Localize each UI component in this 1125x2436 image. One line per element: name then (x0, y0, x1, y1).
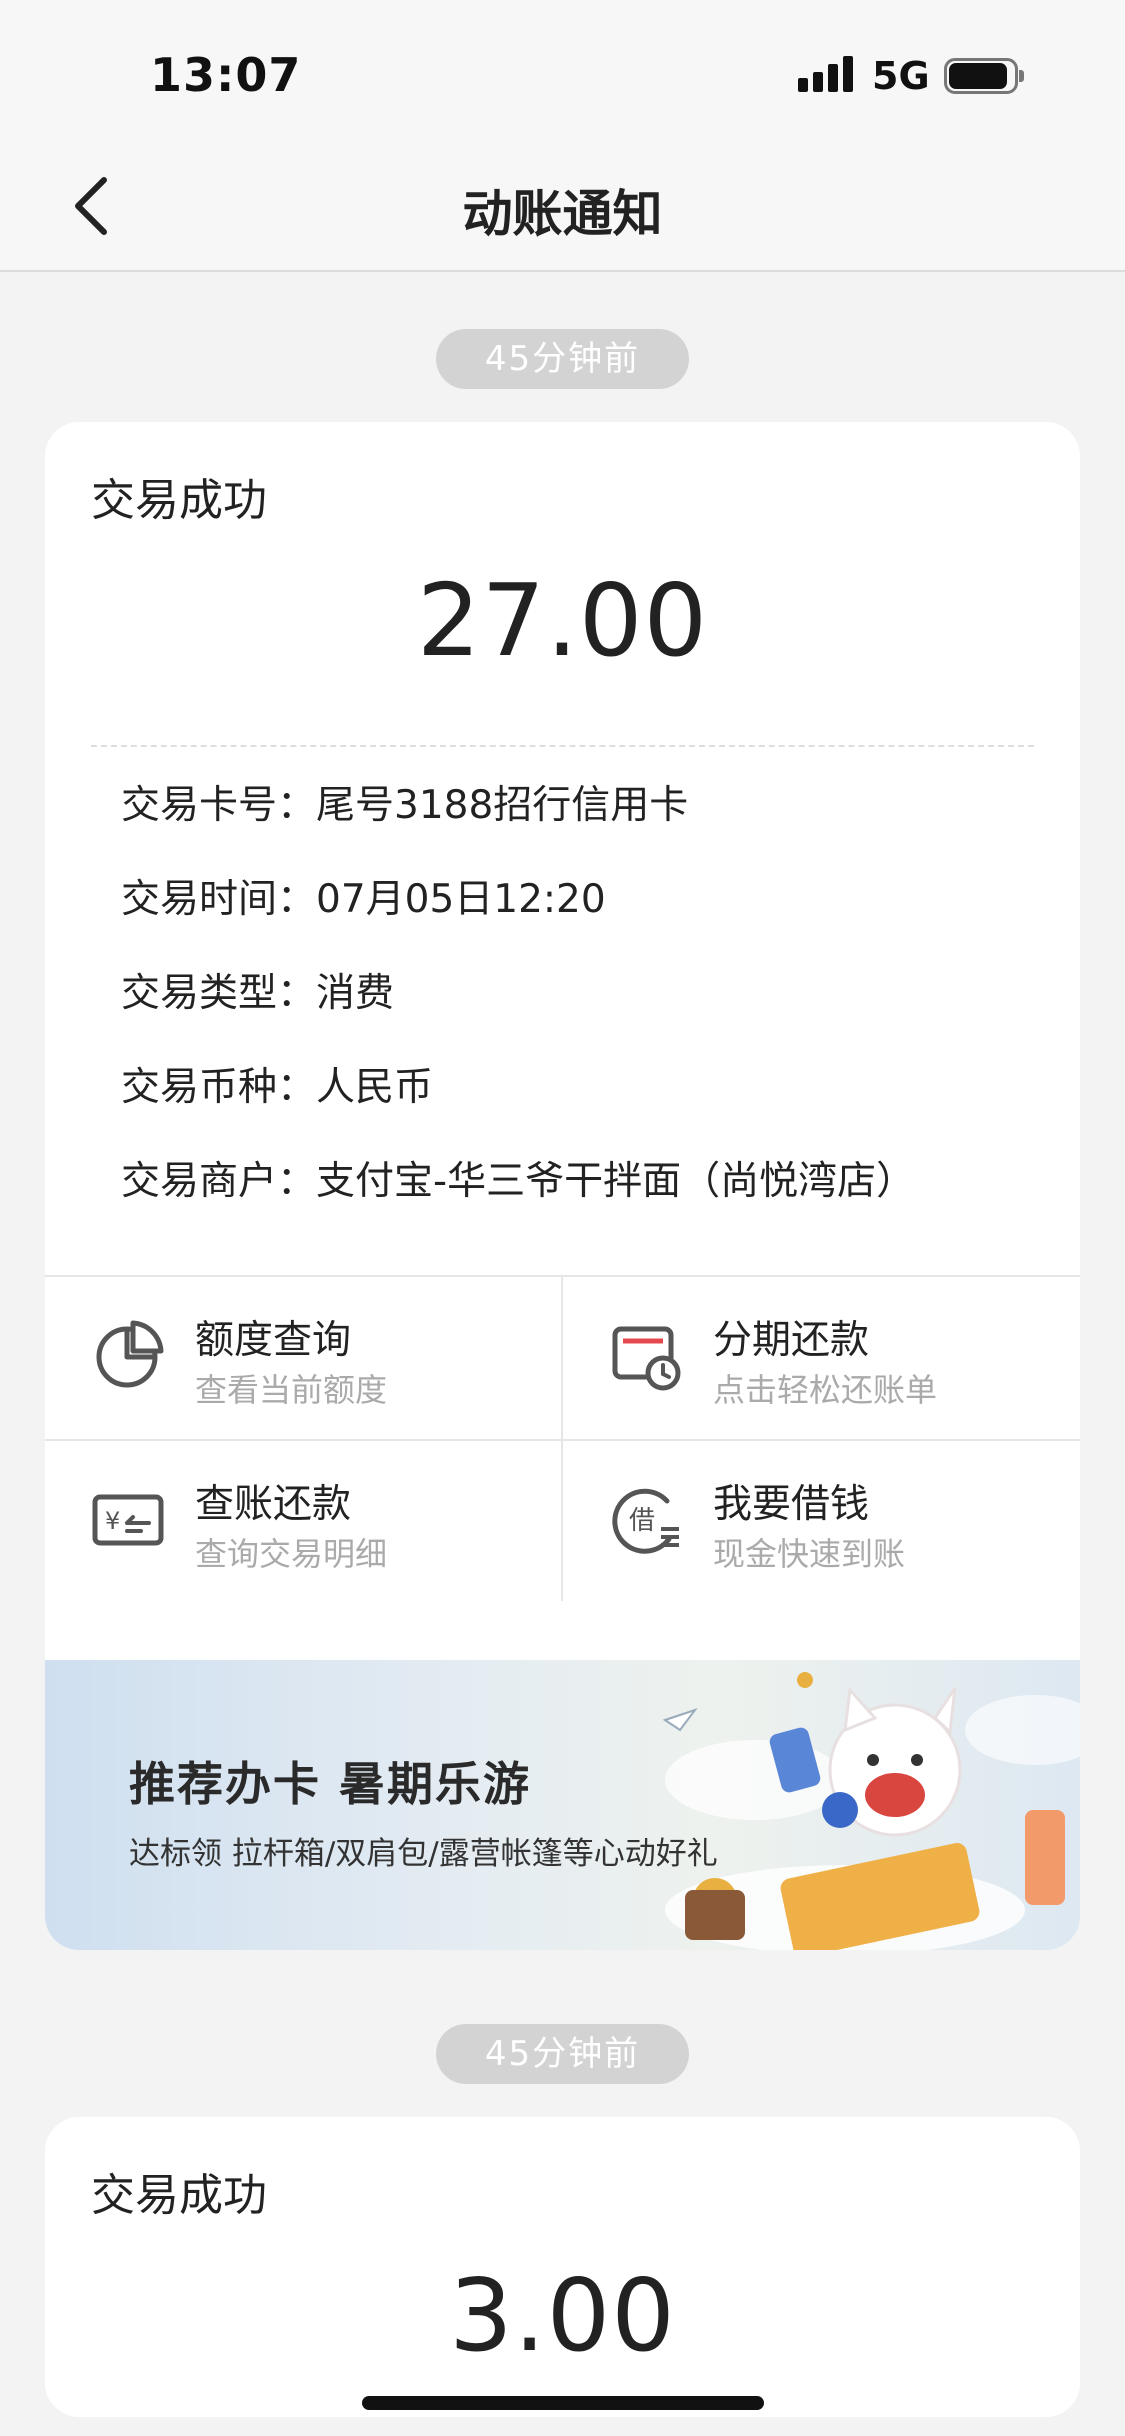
svg-text:¥: ¥ (105, 1507, 120, 1535)
borrow-icon: 借 (612, 1488, 679, 1554)
transaction-status: 交易成功 (91, 2170, 267, 2221)
detail-row-currency: 交易币种：人民币 (121, 1056, 433, 1112)
detail-value: 07月05日12:20 (316, 877, 606, 922)
divider (45, 1439, 1080, 1441)
detail-row-time: 交易时间：07月05日12:20 (121, 868, 606, 924)
detail-label: 交易商户： (121, 1159, 317, 1204)
svg-text:借: 借 (629, 1506, 655, 1536)
action-title: 额度查询 (195, 1318, 352, 1363)
action-subtitle: 查看当前额度 (195, 1371, 388, 1409)
action-title: 分期还款 (713, 1318, 870, 1363)
detail-row-merchant: 交易商户：支付宝-华三爷干拌面（尚悦湾店） (121, 1150, 915, 1206)
status-bar: 13:07 5G (0, 0, 1125, 140)
bill-clock-icon (612, 1326, 681, 1391)
transaction-card: 交易成功 27.00 交易卡号：尾号3188招行信用卡 交易时间：07月05日1… (45, 422, 1080, 1950)
transaction-card: 交易成功 3.00 (45, 2117, 1080, 2417)
mascot-illustration (662, 1672, 1080, 1950)
nav-bar: 动账通知 (0, 140, 1125, 272)
detail-value: 尾号3188招行信用卡 (316, 783, 689, 828)
time-pill: 45分钟前 (436, 329, 689, 389)
action-title: 我要借钱 (713, 1482, 870, 1527)
divider (91, 745, 1034, 747)
page-title: 动账通知 (462, 185, 663, 243)
yuan-card-icon: ¥ (92, 1494, 164, 1546)
network-type: 5G (872, 54, 930, 98)
detail-label: 交易币种： (121, 1065, 317, 1110)
detail-label: 交易卡号： (121, 783, 317, 828)
action-title: 查账还款 (195, 1482, 352, 1527)
banner-title: 推荐办卡 暑期乐游 (129, 1757, 532, 1811)
status-time: 13:07 (150, 48, 302, 102)
action-borrow[interactable]: 借 我要借钱 现金快速到账 (563, 1441, 1080, 1603)
transaction-amount: 27.00 (416, 562, 709, 679)
action-subtitle: 现金快速到账 (713, 1535, 906, 1573)
detail-row-card: 交易卡号：尾号3188招行信用卡 (121, 774, 688, 830)
time-pill: 45分钟前 (436, 2024, 689, 2084)
banner-subtitle: 达标领 拉杆箱/双肩包/露营帐篷等心动好礼 (129, 1836, 718, 1872)
detail-value: 支付宝-华三爷干拌面（尚悦湾店） (316, 1159, 916, 1204)
promo-banner[interactable]: 推荐办卡 暑期乐游 达标领 拉杆箱/双肩包/露营帐篷等心动好礼 (45, 1660, 1080, 1950)
action-credit-limit[interactable]: 额度查询 查看当前额度 (45, 1277, 562, 1439)
transaction-status: 交易成功 (91, 475, 267, 526)
detail-label: 交易时间： (121, 877, 317, 922)
detail-row-type: 交易类型：消费 (121, 962, 394, 1018)
detail-label: 交易类型： (121, 971, 317, 1016)
home-indicator[interactable] (362, 2396, 764, 2410)
pie-chart-icon (96, 1320, 164, 1388)
action-grid: 额度查询 查看当前额度 分期还款 点击轻松还账单 ¥ 查账还款 查询交易明细 借… (45, 1275, 1080, 1601)
battery-icon (944, 58, 1024, 94)
signal-icon (798, 56, 858, 92)
transaction-amount: 3.00 (449, 2257, 676, 2374)
action-bill-repay[interactable]: ¥ 查账还款 查询交易明细 (45, 1441, 562, 1603)
detail-value: 人民币 (316, 1065, 434, 1110)
action-subtitle: 查询交易明细 (195, 1535, 388, 1573)
action-installment[interactable]: 分期还款 点击轻松还账单 (563, 1277, 1080, 1439)
detail-value: 消费 (316, 971, 395, 1016)
action-subtitle: 点击轻松还账单 (713, 1371, 938, 1409)
